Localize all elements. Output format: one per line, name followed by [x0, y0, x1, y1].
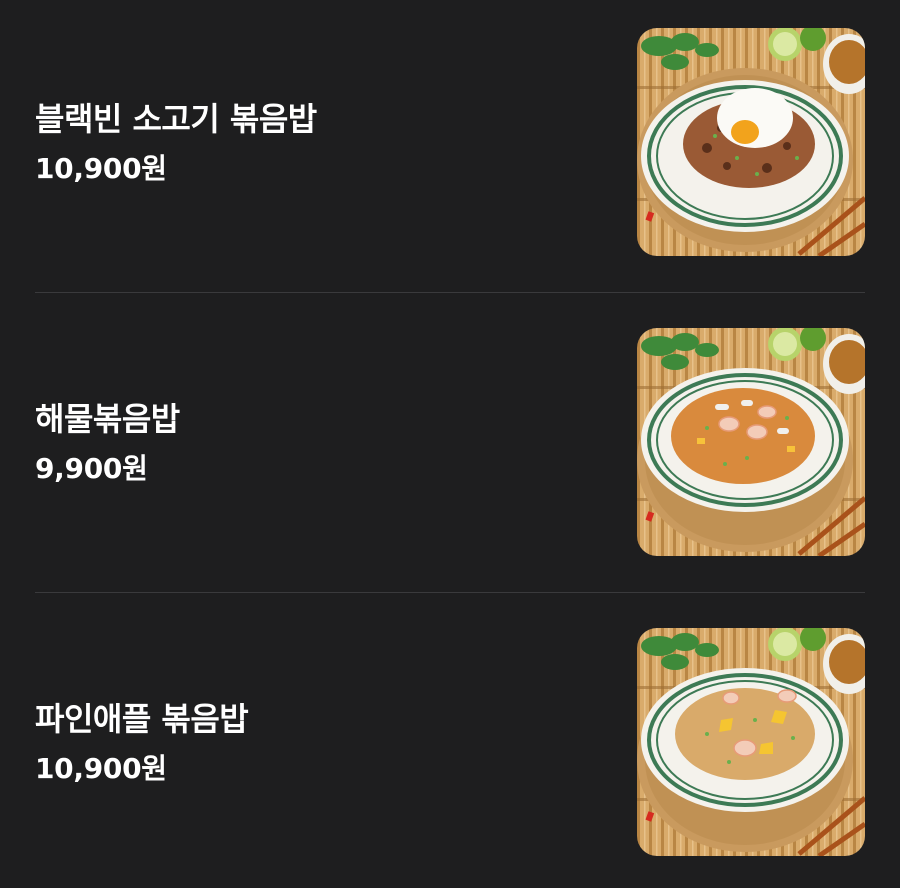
- menu-item-info: 해물볶음밥 9,900원: [35, 328, 595, 558]
- divider: [35, 592, 865, 593]
- menu-item-photo[interactable]: [637, 628, 865, 856]
- menu-item[interactable]: 파인애플 볶음밥 10,900원: [35, 628, 865, 858]
- menu-item-info: 블랙빈 소고기 볶음밥 10,900원: [35, 28, 595, 258]
- divider: [35, 292, 865, 293]
- menu-list: 블랙빈 소고기 볶음밥 10,900원 해물볶음밥 9,900원 파인애플 볶음…: [0, 0, 900, 888]
- menu-item-info: 파인애플 볶음밥 10,900원: [35, 628, 595, 858]
- fried-rice-photo-icon: [637, 628, 865, 856]
- menu-item-price: 10,900원: [35, 752, 167, 785]
- menu-item-photo[interactable]: [637, 28, 865, 256]
- fried-rice-photo-icon: [637, 328, 865, 556]
- menu-item-name: 해물볶음밥: [35, 400, 180, 438]
- menu-item-name: 블랙빈 소고기 볶음밥: [35, 100, 317, 138]
- menu-item-price: 9,900원: [35, 452, 148, 485]
- menu-item-photo[interactable]: [637, 328, 865, 556]
- menu-item[interactable]: 해물볶음밥 9,900원: [35, 328, 865, 558]
- menu-item[interactable]: 블랙빈 소고기 볶음밥 10,900원: [35, 28, 865, 258]
- menu-item-name: 파인애플 볶음밥: [35, 700, 249, 738]
- fried-rice-photo-icon: [637, 28, 865, 256]
- menu-item-price: 10,900원: [35, 152, 167, 185]
